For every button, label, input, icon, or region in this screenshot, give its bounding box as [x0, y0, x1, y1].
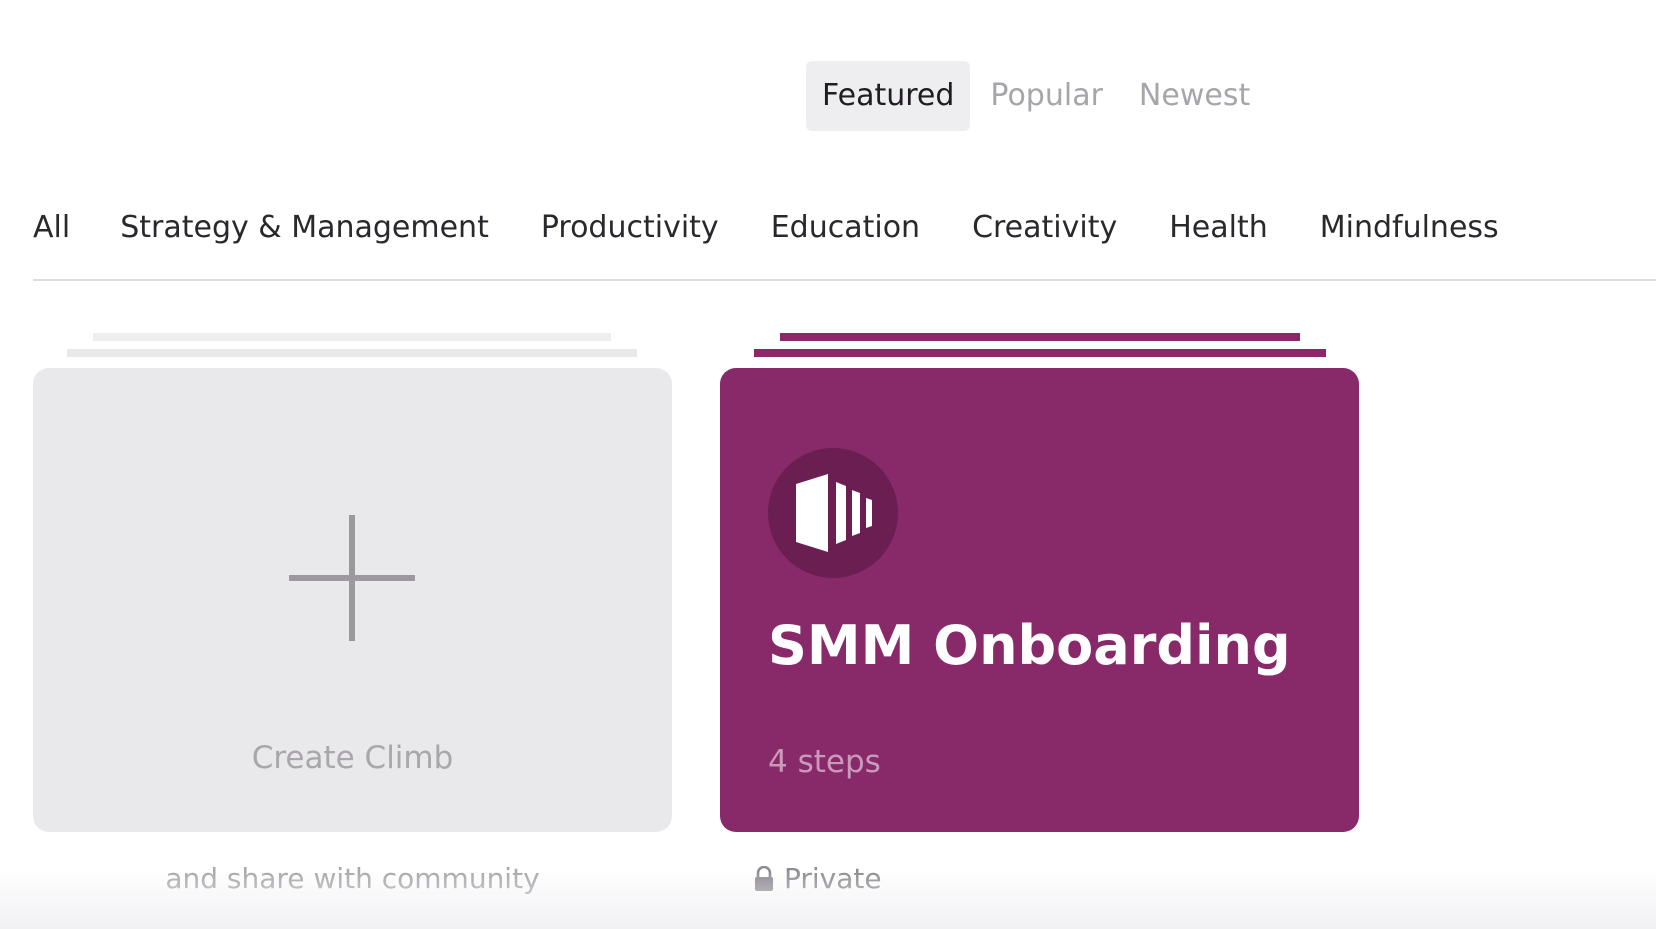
category-tab-creativity[interactable]: Creativity	[972, 210, 1117, 245]
category-tab-productivity[interactable]: Productivity	[541, 210, 719, 245]
plus-icon	[289, 515, 415, 641]
category-divider	[33, 279, 1656, 281]
category-tab-strategy-management[interactable]: Strategy & Management	[120, 210, 489, 245]
create-card-stack-middle	[67, 349, 637, 357]
climb-steps-count: 4 steps	[768, 744, 881, 780]
audio-bars-icon	[768, 448, 898, 578]
category-tab-education[interactable]: Education	[771, 210, 920, 245]
sort-tab-featured[interactable]: Featured	[806, 61, 971, 131]
create-card-stack-back	[93, 333, 611, 341]
sort-tabs: Featured Popular Newest	[806, 61, 1270, 131]
climb-title: SMM Onboarding	[768, 614, 1291, 677]
climb-card-stack-middle	[754, 349, 1326, 357]
sort-tab-newest[interactable]: Newest	[1123, 61, 1266, 131]
category-tab-all[interactable]: All	[33, 210, 70, 245]
sort-tab-popular[interactable]: Popular	[974, 61, 1119, 131]
climb-card-smm-onboarding[interactable]: SMM Onboarding 4 steps	[720, 368, 1359, 832]
create-climb-label: Create Climb	[251, 740, 454, 776]
climbs-page: Featured Popular Newest All Strategy & M…	[0, 0, 1656, 929]
climb-card-stack-back	[780, 333, 1300, 341]
category-tab-mindfulness[interactable]: Mindfulness	[1320, 210, 1499, 245]
create-climb-card[interactable]: Create Climb	[33, 368, 672, 832]
bottom-fade	[0, 870, 1656, 929]
category-tabs: All Strategy & Management Productivity E…	[33, 200, 1551, 254]
category-tab-health[interactable]: Health	[1169, 210, 1268, 245]
